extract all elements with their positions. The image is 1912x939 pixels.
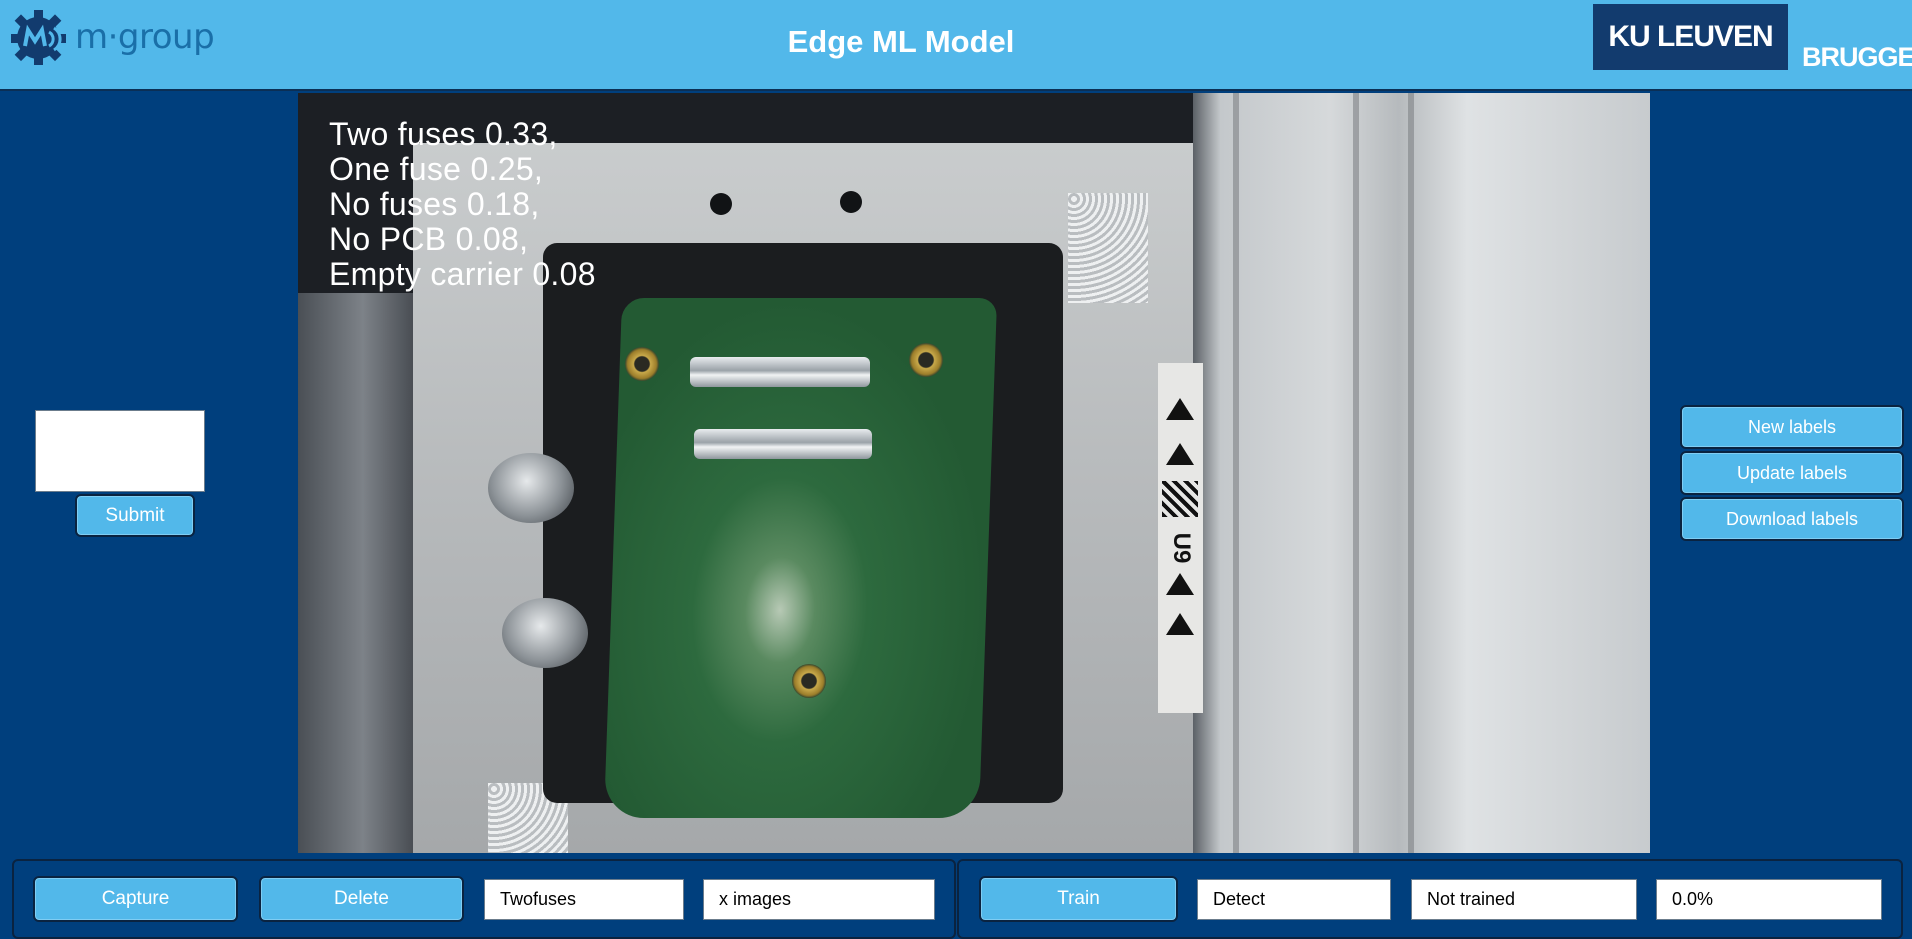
camera-stripe: [1233, 93, 1239, 853]
camera-honeycomb-top: [1068, 193, 1148, 303]
camera-arrow: [1166, 613, 1194, 635]
training-status-field: Not trained: [1411, 879, 1637, 920]
page-title: Edge ML Model: [787, 24, 1015, 59]
delete-button[interactable]: Delete: [259, 876, 464, 922]
prediction-line: Two fuses 0.33,: [329, 116, 558, 152]
camera-pcb-hole: [792, 664, 826, 698]
download-labels-button[interactable]: Download labels: [1680, 497, 1904, 541]
university-name: KU LEUVEN: [1608, 20, 1773, 53]
camera-pcb-hole: [909, 343, 943, 377]
campus-name: BRUGGE: [1802, 42, 1912, 72]
camera-bolt: [840, 191, 862, 213]
header: m·group Edge ML Model KU LEUVEN BRUGGE: [0, 0, 1912, 91]
camera-right-panel: [1193, 93, 1650, 853]
camera-arrow: [1166, 398, 1194, 420]
prediction-line: One fuse 0.25,: [329, 151, 544, 187]
camera-knob: [488, 453, 574, 523]
camera-feed: U9 Two fuses 0.33, One fuse 0.25, No fus…: [298, 93, 1650, 853]
train-button[interactable]: Train: [979, 876, 1178, 922]
camera-bolt: [710, 193, 732, 215]
new-labels-button[interactable]: New labels: [1680, 405, 1904, 449]
camera-left-rail: [298, 293, 428, 853]
camera-fuse: [690, 357, 870, 387]
camera-knob: [502, 598, 588, 668]
prediction-line: No fuses 0.18,: [329, 186, 540, 222]
camera-arrow: [1166, 443, 1194, 465]
submit-button[interactable]: Submit: [75, 494, 195, 537]
camera-stripe: [1353, 93, 1359, 853]
image-count-field: x images: [703, 879, 935, 920]
label-input[interactable]: [35, 410, 205, 492]
camera-pcb-hole: [625, 347, 659, 381]
camera-fuse: [694, 429, 872, 459]
class-name-field[interactable]: Twofuses: [484, 879, 684, 920]
ku-leuven-logo: KU LEUVEN: [1593, 4, 1788, 70]
camera-strip-text: U9: [1168, 532, 1195, 564]
camera-stripe: [1408, 93, 1414, 853]
camera-arrow: [1166, 573, 1194, 595]
training-progress-field: 0.0%: [1656, 879, 1882, 920]
detect-field[interactable]: Detect: [1197, 879, 1391, 920]
prediction-line: Empty carrier 0.08: [329, 256, 596, 292]
prediction-line: No PCB 0.08,: [329, 221, 529, 257]
camera-qr-code: [1162, 481, 1198, 517]
prediction-overlay: Two fuses 0.33, One fuse 0.25, No fuses …: [329, 117, 596, 292]
capture-button[interactable]: Capture: [33, 876, 238, 922]
update-labels-button[interactable]: Update labels: [1680, 451, 1904, 495]
